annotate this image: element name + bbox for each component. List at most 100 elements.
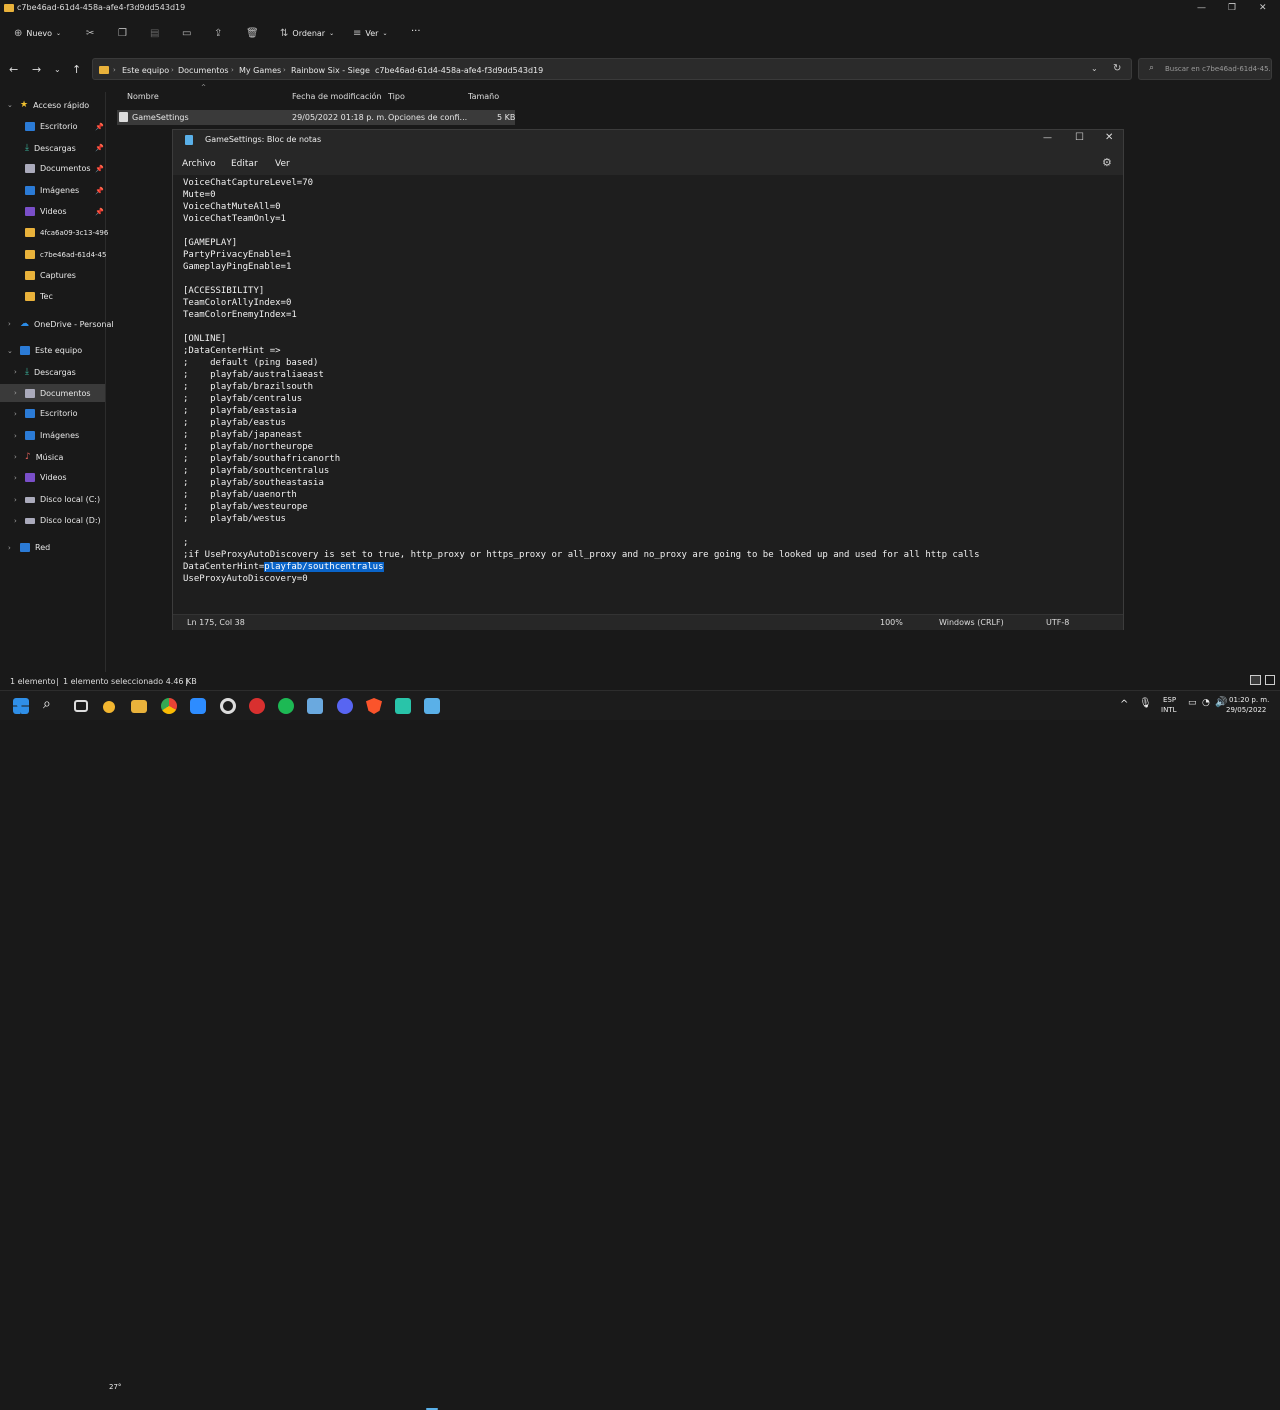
- delete-icon[interactable]: 🗑: [246, 28, 259, 39]
- menu-ver[interactable]: Ver: [275, 159, 290, 169]
- chevron-right-icon[interactable]: ›: [8, 544, 11, 552]
- close-button[interactable]: ✕: [1259, 3, 1267, 13]
- copy-icon[interactable]: ❐: [118, 28, 127, 39]
- rename-icon[interactable]: ▭: [182, 28, 191, 39]
- breadcrumb-current-folder[interactable]: c7be46ad-61d4-458a-afe4-f3d9dd543d19: [375, 66, 543, 75]
- sidebar-item-descargas[interactable]: ⤓ Descargas: [25, 143, 76, 153]
- settings-gear-icon[interactable]: ⚙: [1102, 156, 1112, 169]
- language-code[interactable]: ESP: [1163, 696, 1176, 704]
- zoom-icon[interactable]: [190, 698, 206, 714]
- chevron-right-icon[interactable]: ›: [14, 453, 17, 461]
- search-icon[interactable]: ⌕: [43, 696, 59, 712]
- chevron-down-icon[interactable]: ⌄: [1091, 64, 1098, 73]
- details-view-icon[interactable]: [1250, 675, 1261, 685]
- column-header-modified[interactable]: Fecha de modificación: [292, 92, 381, 101]
- keyboard-layout[interactable]: INTL: [1161, 706, 1176, 714]
- breadcrumb-my-games[interactable]: My Games: [239, 66, 281, 75]
- close-button[interactable]: ✕: [1105, 132, 1113, 143]
- display-icon[interactable]: ▭: [1188, 698, 1197, 708]
- microphone-icon[interactable]: 🎙: [1139, 698, 1152, 709]
- weather-icon[interactable]: [103, 701, 115, 713]
- maximize-button[interactable]: ☐: [1075, 132, 1084, 143]
- column-header-name[interactable]: Nombre: [127, 92, 159, 101]
- breadcrumb-este-equipo[interactable]: Este equipo: [122, 66, 169, 75]
- sort-button[interactable]: ⇅ Ordenar ⌄: [280, 28, 334, 39]
- chevron-right-icon[interactable]: ›: [14, 368, 17, 376]
- file-row[interactable]: GameSettings 29/05/2022 01:18 p. m. Opci…: [117, 110, 515, 125]
- discord-icon[interactable]: [337, 698, 353, 714]
- photos-icon[interactable]: [307, 698, 323, 714]
- sidebar-item-escritorio[interactable]: Escritorio: [25, 122, 78, 131]
- chevron-right-icon[interactable]: ›: [14, 432, 17, 440]
- notepad-taskbar-icon[interactable]: [424, 698, 440, 714]
- sidebar-item-tec[interactable]: Tec: [25, 292, 53, 301]
- menu-archivo[interactable]: Archivo: [182, 159, 216, 169]
- sidebar-item-folder-c7be[interactable]: c7be46ad-61d4-45: [25, 250, 106, 259]
- chevron-up-icon[interactable]: ^: [1120, 699, 1128, 710]
- new-button[interactable]: ⊕ Nuevo ⌄: [14, 28, 61, 39]
- chevron-down-icon[interactable]: ⌄: [7, 101, 13, 109]
- brave-icon[interactable]: [366, 698, 382, 714]
- sidebar-quick-access[interactable]: ★ Acceso rápido: [20, 100, 89, 110]
- chrome-icon[interactable]: [161, 698, 177, 714]
- sidebar-pc-descargas[interactable]: ⤓ Descargas: [25, 367, 76, 377]
- minimize-button[interactable]: —: [1043, 133, 1052, 143]
- sidebar-network[interactable]: Red: [20, 543, 50, 552]
- spotify-icon[interactable]: [278, 698, 294, 714]
- sidebar-item-folder-4fca[interactable]: 4fca6a09-3c13-496: [25, 228, 108, 237]
- breadcrumb-documentos[interactable]: Documentos: [178, 66, 229, 75]
- search-input[interactable]: ⌕ Buscar en c7be46ad-61d4-45...: [1138, 58, 1272, 80]
- chevron-down-icon[interactable]: ⌄: [7, 347, 13, 355]
- address-bar[interactable]: › Este equipo › Documentos › My Games › …: [92, 58, 1132, 80]
- chevron-right-icon[interactable]: ›: [8, 320, 11, 328]
- file-explorer-icon[interactable]: [131, 700, 147, 713]
- sidebar-pc-videos[interactable]: Videos: [25, 473, 67, 482]
- app-teal-icon[interactable]: [395, 698, 411, 714]
- chevron-right-icon[interactable]: ›: [14, 496, 17, 504]
- clock-date[interactable]: 29/05/2022: [1226, 706, 1266, 714]
- network-icon[interactable]: ◔: [1202, 698, 1210, 708]
- sidebar-item-label: Videos: [40, 207, 67, 216]
- pin-icon: 📌: [95, 208, 104, 216]
- cut-icon[interactable]: ✂: [86, 28, 94, 39]
- chevron-right-icon[interactable]: ›: [14, 410, 17, 418]
- column-header-type[interactable]: Tipo: [388, 92, 405, 101]
- minimize-button[interactable]: —: [1197, 3, 1206, 13]
- view-button[interactable]: ≡ Ver ⌄: [353, 28, 387, 39]
- sidebar-pc-disk-c[interactable]: Disco local (C:): [25, 495, 100, 504]
- text-editor[interactable]: VoiceChatCaptureLevel=70 Mute=0 VoiceCha…: [173, 175, 1123, 615]
- menu-editar[interactable]: Editar: [231, 159, 258, 169]
- chevron-right-icon[interactable]: ›: [14, 389, 17, 397]
- tiles-view-icon[interactable]: [1265, 675, 1275, 685]
- chevron-right-icon[interactable]: ›: [14, 474, 17, 482]
- share-icon[interactable]: ⇪: [214, 28, 222, 39]
- windows-start-icon[interactable]: [13, 698, 29, 714]
- clock-time[interactable]: 01:20 p. m.: [1229, 696, 1269, 704]
- sidebar-pc-escritorio[interactable]: Escritorio: [25, 409, 78, 418]
- sidebar-this-pc[interactable]: Este equipo: [20, 346, 82, 355]
- sidebar-item-captures[interactable]: Captures: [25, 271, 76, 280]
- sidebar-item-documentos[interactable]: Documentos: [25, 164, 91, 173]
- more-options-button[interactable]: ···: [411, 26, 421, 37]
- red-app-icon[interactable]: [249, 698, 265, 714]
- weather-temp[interactable]: 27°: [109, 1383, 121, 1391]
- sidebar-item-videos[interactable]: Videos: [25, 207, 67, 216]
- sidebar-pc-musica[interactable]: ♪ Música: [25, 452, 63, 462]
- plus-circle-icon: ⊕: [14, 28, 23, 39]
- task-view-icon[interactable]: [74, 700, 88, 712]
- paste-icon[interactable]: ▤: [150, 28, 159, 39]
- sidebar-item-label: Descargas: [33, 143, 76, 153]
- folder-icon: [25, 228, 35, 237]
- breadcrumb-rainbow-six[interactable]: Rainbow Six - Siege: [291, 66, 370, 75]
- column-header-size[interactable]: Tamaño: [468, 92, 499, 101]
- app-circle-icon[interactable]: [220, 698, 236, 714]
- chevron-right-icon[interactable]: ›: [14, 517, 17, 525]
- maximize-button[interactable]: ❐: [1228, 3, 1236, 13]
- sidebar-onedrive[interactable]: ☁ OneDrive - Personal: [20, 319, 114, 329]
- sidebar-item-imagenes[interactable]: Imágenes: [25, 186, 79, 195]
- refresh-icon[interactable]: ↻: [1113, 63, 1121, 74]
- sidebar-pc-disk-d[interactable]: Disco local (D:): [25, 516, 101, 525]
- editor-content[interactable]: VoiceChatCaptureLevel=70 Mute=0 VoiceCha…: [183, 177, 980, 585]
- sidebar-pc-imagenes[interactable]: Imágenes: [25, 431, 79, 440]
- notepad-title: GameSettings: Bloc de notas: [205, 135, 322, 144]
